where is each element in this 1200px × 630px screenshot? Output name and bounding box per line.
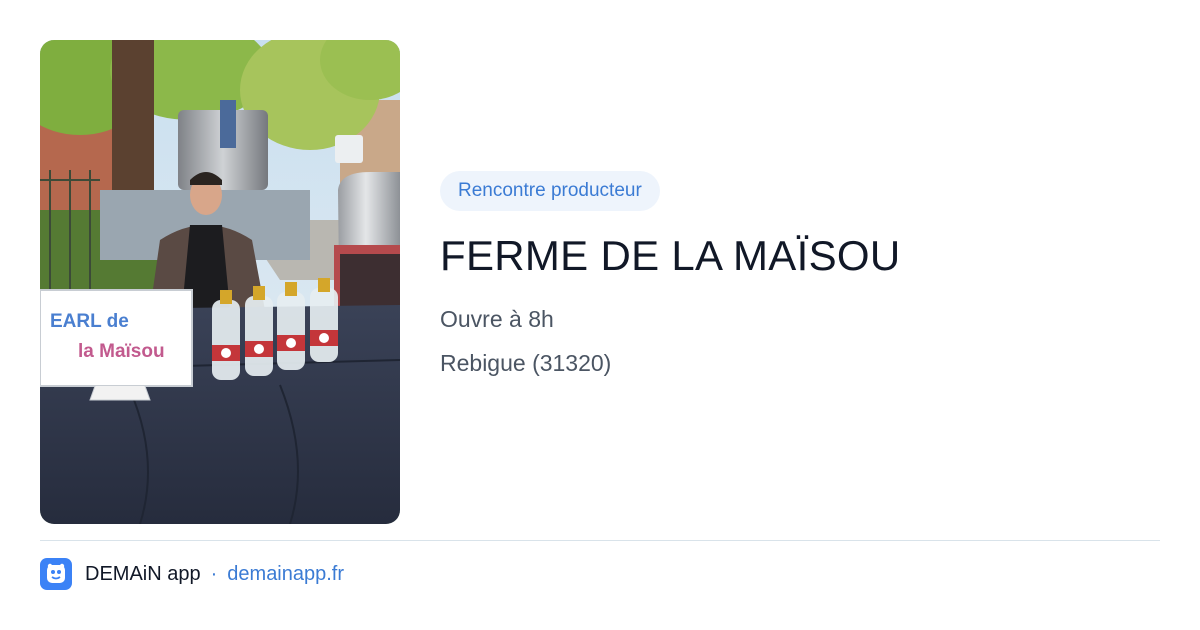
site-link[interactable]: demainapp.fr <box>227 563 344 586</box>
demain-app-logo-icon <box>40 558 72 590</box>
sign-text-line2: la Maïsou <box>78 341 165 362</box>
category-badge: Rencontre producteur <box>440 171 660 211</box>
page-title: FERME DE LA MAÏSOU <box>440 232 901 279</box>
separator: · <box>210 562 218 585</box>
opening-hours: Ouvre à 8h <box>440 306 554 332</box>
producer-photo-illustration: EARL de la Maïsou <box>40 40 400 524</box>
divider <box>40 540 1160 541</box>
app-name: DEMAiN app <box>85 562 201 585</box>
link-preview-card[interactable]: EARL de la Maïsou Rencontre producteur F… <box>0 0 1200 630</box>
card-info: Rencontre producteur FERME DE LA MAÏSOU … <box>440 171 1160 378</box>
source-footer: DEMAiN app · demainapp.fr <box>40 558 344 590</box>
producer-photo: EARL de la Maïsou <box>40 40 400 524</box>
location: Rebigue (31320) <box>440 350 612 376</box>
sign-text-line1: EARL de <box>50 311 129 332</box>
